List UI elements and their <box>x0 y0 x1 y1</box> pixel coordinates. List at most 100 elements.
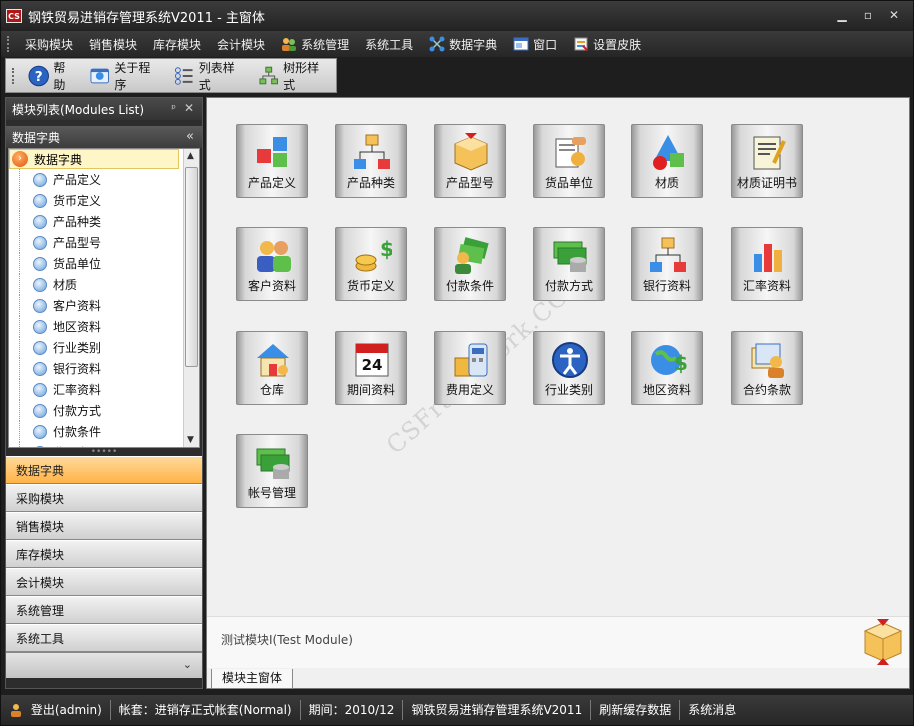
close-panel-icon[interactable]: ✕ <box>184 101 194 115</box>
node-icon <box>33 172 47 187</box>
module-icon <box>454 133 488 171</box>
module-tile[interactable]: $ 地区资料 <box>631 331 703 405</box>
module-icon <box>256 448 290 479</box>
module-tile[interactable]: 付款方式 <box>533 227 605 301</box>
tree-item[interactable]: 产品型号 <box>9 232 199 253</box>
node-icon <box>33 361 47 376</box>
group-header[interactable]: 数据字典 « <box>6 126 202 148</box>
toolbar-grip[interactable] <box>12 67 16 84</box>
node-icon <box>33 298 47 313</box>
tree-item[interactable]: 费用定义 <box>9 442 199 447</box>
nav-footer[interactable]: ⌄ <box>6 652 202 678</box>
tree-item[interactable]: 客户资料 <box>9 295 199 316</box>
module-icon <box>553 241 587 272</box>
tree-item[interactable]: 产品种类 <box>9 211 199 232</box>
logout-status[interactable]: 登出(admin) <box>1 700 111 720</box>
module-tile[interactable]: 行业类别 <box>533 331 605 405</box>
scroll-thumb[interactable] <box>185 167 198 367</box>
menu-data-dictionary[interactable]: 数据字典 <box>421 33 505 55</box>
tree-item[interactable]: 汇率资料 <box>9 379 199 400</box>
tab-main-window[interactable]: 模块主窗体 <box>211 669 294 689</box>
nav-button[interactable]: 数据字典 <box>6 456 202 484</box>
module-tile[interactable]: 汇率资料 <box>731 227 803 301</box>
menu-purchase[interactable]: 采购模块 <box>17 33 81 55</box>
tree-item[interactable]: 地区资料 <box>9 316 199 337</box>
menu-system-management[interactable]: 系统管理 <box>273 33 357 55</box>
refresh-cache-button[interactable]: 刷新缓存数据 <box>591 700 681 720</box>
tree-item[interactable]: 货币定义 <box>9 190 199 211</box>
tree-item[interactable]: 材质 <box>9 274 199 295</box>
splitter-handle[interactable]: ••••• <box>6 448 202 457</box>
module-tile[interactable]: 产品型号 <box>434 124 506 198</box>
menu-sales[interactable]: 销售模块 <box>81 33 145 55</box>
chevron-down-icon[interactable]: ⌄ <box>183 658 192 671</box>
menu-window[interactable]: 窗口 <box>505 33 565 55</box>
module-tile[interactable]: 产品定义 <box>236 124 308 198</box>
menu-inventory[interactable]: 库存模块 <box>145 33 209 55</box>
about-button[interactable]: 关于程序 <box>83 61 167 92</box>
help-button[interactable]: ? 帮助 <box>22 61 83 92</box>
collapse-chevron-icon[interactable]: « <box>186 129 194 144</box>
module-icon <box>753 136 786 170</box>
module-tile[interactable]: 货品单位 <box>533 124 605 198</box>
module-icon <box>650 237 686 272</box>
group-title: 数据字典 <box>12 130 61 145</box>
module-tile[interactable]: 帐号管理 <box>236 434 308 508</box>
close-button[interactable]: ✕ <box>881 6 907 24</box>
minimize-button[interactable]: ▁ <box>829 6 855 24</box>
svg-text:$: $ <box>674 351 688 375</box>
nav-button[interactable]: 系统工具 <box>6 624 202 652</box>
box-icon[interactable] <box>861 619 905 665</box>
tree-item[interactable]: 付款条件 <box>9 421 199 442</box>
arrow-right-icon: › <box>12 151 28 167</box>
module-tile[interactable]: 24 期间资料 <box>335 331 407 405</box>
module-tile[interactable]: 仓库 <box>236 331 308 405</box>
menu-system-tools[interactable]: 系统工具 <box>357 33 421 55</box>
pin-icon[interactable]: ᵖ <box>171 102 176 115</box>
module-tile[interactable]: 合约条款 <box>731 331 803 405</box>
tree-item[interactable]: 银行资料 <box>9 358 199 379</box>
node-icon <box>33 214 47 229</box>
tree-item[interactable]: 产品定义 <box>9 169 199 190</box>
tree-scrollbar[interactable]: ▲ ▼ <box>183 149 199 447</box>
about-icon <box>90 68 109 83</box>
tree-item[interactable]: 行业类别 <box>9 337 199 358</box>
svg-text:$: $ <box>380 237 392 261</box>
module-tree: › 数据字典 产品定义 货币定义 产品种类 产品型号 货品单位 材质 客户资料 地区资料 行业类… <box>8 148 200 448</box>
scroll-down-icon[interactable]: ▼ <box>187 435 194 445</box>
period-status: 期间：2010/12 <box>301 700 404 720</box>
window-title: 钢铁贸易进销存管理系统V2011 - 主窗体 <box>28 10 265 26</box>
menu-accounting[interactable]: 会计模块 <box>209 33 273 55</box>
module-tile[interactable]: 费用定义 <box>434 331 506 405</box>
tree-root[interactable]: › 数据字典 <box>9 149 179 169</box>
system-message-button[interactable]: 系统消息 <box>680 700 744 720</box>
status-bar: 登出(admin) 帐套：进销存正式帐套(Normal) 期间：2010/12 … <box>1 695 913 725</box>
module-tile[interactable]: 客户资料 <box>236 227 308 301</box>
node-icon <box>33 340 47 355</box>
nav-button[interactable]: 采购模块 <box>6 484 202 512</box>
module-icon <box>455 237 489 274</box>
list-style-button[interactable]: 列表样式 <box>167 61 251 92</box>
panel-header: 模块列表(Modules List) ᵖ ✕ <box>6 98 202 120</box>
module-tile[interactable]: 银行资料 <box>631 227 703 301</box>
app-icon: CS <box>6 9 22 23</box>
nav-button[interactable]: 销售模块 <box>6 512 202 540</box>
scroll-up-icon[interactable]: ▲ <box>187 151 194 161</box>
maximize-button[interactable]: ▫ <box>855 6 881 24</box>
tree-style-button[interactable]: 树形样式 <box>252 61 336 92</box>
module-tile[interactable]: $ 货币定义 <box>335 227 407 301</box>
toolbar: ? 帮助 关于程序 列表样式 树形样式 <box>5 58 337 93</box>
module-tile[interactable]: 付款条件 <box>434 227 506 301</box>
tree-item[interactable]: 货品单位 <box>9 253 199 274</box>
nav-button[interactable]: 会计模块 <box>6 568 202 596</box>
node-icon <box>33 424 47 439</box>
nav-button[interactable]: 系统管理 <box>6 596 202 624</box>
account-status: 帐套：进销存正式帐套(Normal) <box>111 700 301 720</box>
tree-item[interactable]: 付款方式 <box>9 400 199 421</box>
menu-grip[interactable] <box>7 36 11 52</box>
module-tile[interactable]: 材质 <box>631 124 703 198</box>
module-tile[interactable]: 材质证明书 <box>731 124 803 198</box>
nav-button[interactable]: 库存模块 <box>6 540 202 568</box>
menu-skin-settings[interactable]: 设置皮肤 <box>565 33 649 55</box>
module-tile[interactable]: 产品种类 <box>335 124 407 198</box>
